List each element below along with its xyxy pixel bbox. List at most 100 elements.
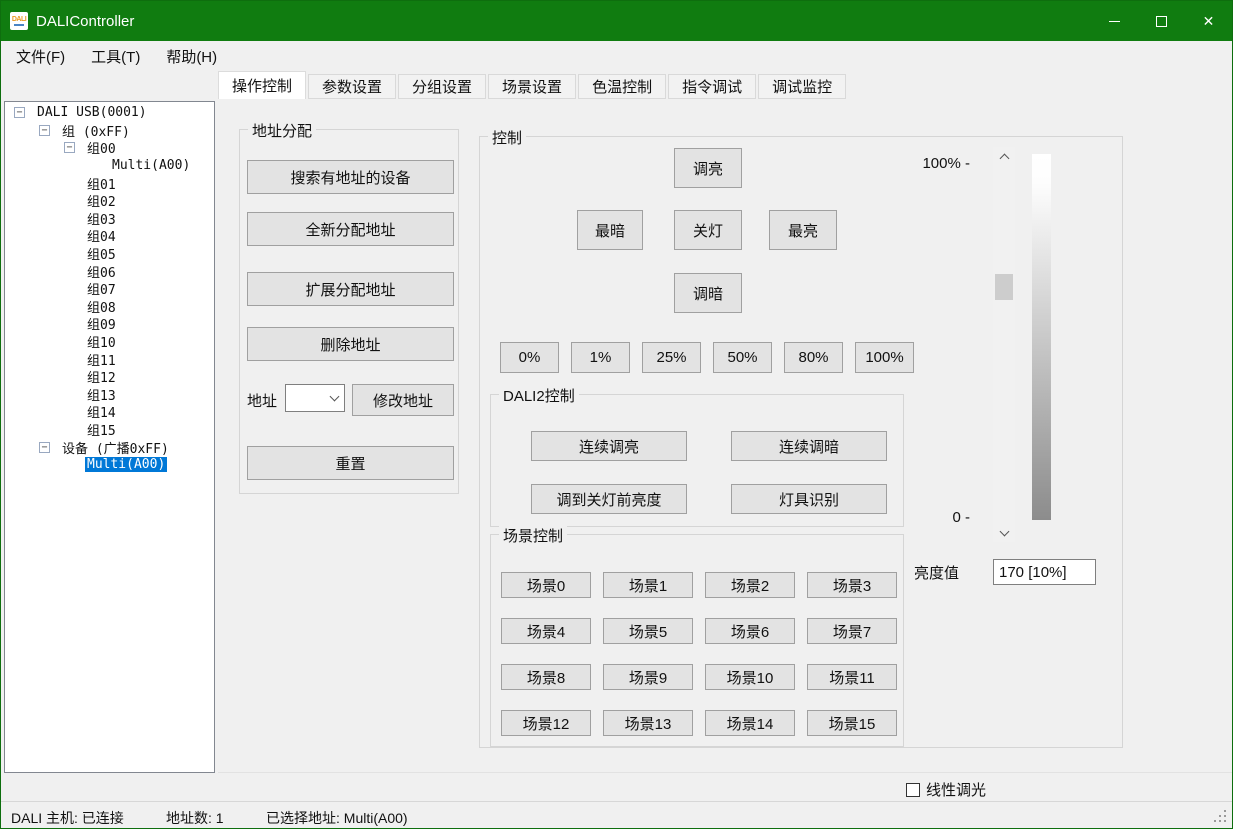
luminaire-identify-button[interactable]: 灯具识别	[731, 484, 887, 514]
tree-item-label: 组08	[85, 297, 118, 316]
scroll-up-button[interactable]	[993, 147, 1015, 165]
scene-button-11[interactable]: 场景11	[807, 664, 897, 690]
tree-item-21[interactable]: Multi(A00)	[5, 456, 214, 474]
brightness-scrollbar[interactable]	[993, 147, 1015, 542]
min-brightness-button[interactable]: 最暗	[577, 210, 643, 250]
scene-button-13[interactable]: 场景13	[603, 710, 693, 736]
dali2-control-title: DALI2控制	[499, 385, 579, 406]
window-title: DALIController	[36, 13, 134, 30]
tree-item-15[interactable]: 组11	[5, 350, 214, 368]
scene-button-4[interactable]: 场景4	[501, 618, 591, 644]
tree-item-12[interactable]: 组08	[5, 298, 214, 316]
percent-button-6[interactable]: 100%	[855, 342, 914, 373]
assign-new-address-button[interactable]: 全新分配地址	[247, 212, 454, 246]
tab-6[interactable]: 指令调试	[668, 74, 756, 99]
dim-down-button[interactable]: 调暗	[674, 273, 742, 313]
tab-5[interactable]: 色温控制	[578, 74, 666, 99]
percent-button-4[interactable]: 50%	[713, 342, 772, 373]
resize-grip[interactable]	[1224, 820, 1226, 822]
scrollbar-track[interactable]	[993, 165, 1015, 524]
tree-item-label: 组13	[85, 385, 118, 404]
status-connection: DALI 主机: 已连接	[11, 808, 124, 828]
scene-button-10[interactable]: 场景10	[705, 664, 795, 690]
tree-item-label: 组12	[85, 367, 118, 386]
tree-collapse-icon[interactable]: −	[14, 107, 25, 118]
tree-collapse-icon[interactable]: −	[39, 125, 50, 136]
status-address-count: 地址数: 1	[166, 808, 224, 828]
scene-button-grid: 场景0 场景1 场景2 场景3 场景4 场景5 场景6 场景7 场景8 场景9 场景10 场景11 场景…	[501, 572, 897, 736]
percent-button-1[interactable]: 0%	[500, 342, 559, 373]
tree-item-5[interactable]: 组01	[5, 174, 214, 192]
scene-button-6[interactable]: 场景6	[705, 618, 795, 644]
tree-item-9[interactable]: 组05	[5, 245, 214, 263]
menu-item-3[interactable]: 帮助(H)	[153, 41, 230, 71]
tree-item-8[interactable]: 组04	[5, 227, 214, 245]
tab-2[interactable]: 参数设置	[308, 74, 396, 99]
menu-item-1[interactable]: 文件(F)	[3, 41, 78, 71]
restore-pre-off-brightness-button[interactable]: 调到关灯前亮度	[531, 484, 687, 514]
tree-collapse-icon[interactable]: −	[64, 142, 75, 153]
address-combobox[interactable]	[285, 384, 345, 412]
assign-extend-address-button[interactable]: 扩展分配地址	[247, 272, 454, 306]
max-brightness-button[interactable]: 最亮	[769, 210, 837, 250]
tree-item-16[interactable]: 组12	[5, 368, 214, 386]
tab-1[interactable]: 操作控制	[218, 71, 306, 99]
menu-item-2[interactable]: 工具(T)	[78, 41, 153, 71]
scene-button-2[interactable]: 场景2	[705, 572, 795, 598]
maximize-button[interactable]	[1138, 1, 1185, 41]
linear-dimming-label: 线性调光	[926, 779, 986, 800]
scroll-down-button[interactable]	[993, 524, 1015, 542]
light-off-button[interactable]: 关灯	[674, 210, 742, 250]
tree-item-1[interactable]: −DALI USB(0001)	[5, 104, 214, 122]
tree-item-label: 组03	[85, 209, 118, 228]
tree-item-11[interactable]: 组07	[5, 280, 214, 298]
tree-item-label: 组11	[85, 350, 118, 369]
scene-button-1[interactable]: 场景1	[603, 572, 693, 598]
scrollbar-thumb[interactable]	[995, 274, 1013, 300]
tree-item-6[interactable]: 组02	[5, 192, 214, 210]
scene-button-0[interactable]: 场景0	[501, 572, 591, 598]
continuous-dim-down-button[interactable]: 连续调暗	[731, 431, 887, 461]
tree-item-14[interactable]: 组10	[5, 333, 214, 351]
continuous-dim-up-button[interactable]: 连续调亮	[531, 431, 687, 461]
tree-item-label: 设备 (广播0xFF)	[60, 438, 171, 457]
tree-item-3[interactable]: −组00	[5, 139, 214, 157]
reset-button[interactable]: 重置	[247, 446, 454, 480]
chevron-up-icon	[999, 153, 1009, 163]
scene-button-3[interactable]: 场景3	[807, 572, 897, 598]
tree-item-17[interactable]: 组13	[5, 386, 214, 404]
linear-dimming-checkbox[interactable]	[906, 783, 920, 797]
delete-address-button[interactable]: 删除地址	[247, 327, 454, 361]
scene-button-5[interactable]: 场景5	[603, 618, 693, 644]
tree-item-18[interactable]: 组14	[5, 403, 214, 421]
tree-item-19[interactable]: 组15	[5, 421, 214, 439]
percent-button-2[interactable]: 1%	[571, 342, 630, 373]
scene-button-15[interactable]: 场景15	[807, 710, 897, 736]
tree-item-7[interactable]: 组03	[5, 210, 214, 228]
brightness-value-field[interactable]: 170 [10%]	[993, 559, 1096, 585]
tree-item-4[interactable]: Multi(A00)	[5, 157, 214, 175]
tree-item-20[interactable]: −设备 (广播0xFF)	[5, 438, 214, 456]
tree-item-label: 组10	[85, 332, 118, 351]
control-group: 控制 调亮 最暗 关灯 最亮 调暗 0%1%25%50%80%100% DALI…	[479, 136, 1123, 748]
tab-4[interactable]: 场景设置	[488, 74, 576, 99]
modify-address-button[interactable]: 修改地址	[352, 384, 454, 416]
tab-7[interactable]: 调试监控	[758, 74, 846, 99]
scene-button-8[interactable]: 场景8	[501, 664, 591, 690]
search-addressed-devices-button[interactable]: 搜索有地址的设备	[247, 160, 454, 194]
tree-item-13[interactable]: 组09	[5, 315, 214, 333]
minimize-button[interactable]	[1091, 1, 1138, 41]
scene-button-14[interactable]: 场景14	[705, 710, 795, 736]
scene-button-9[interactable]: 场景9	[603, 664, 693, 690]
tab-page-operation-control: 地址分配 搜索有地址的设备 全新分配地址 扩展分配地址 删除地址 地址 修改地址…	[218, 99, 1232, 773]
tree-item-10[interactable]: 组06	[5, 262, 214, 280]
scene-button-7[interactable]: 场景7	[807, 618, 897, 644]
tree-collapse-icon[interactable]: −	[39, 442, 50, 453]
dim-up-button[interactable]: 调亮	[674, 148, 742, 188]
percent-button-5[interactable]: 80%	[784, 342, 843, 373]
tree-item-2[interactable]: −组 (0xFF)	[5, 122, 214, 140]
close-button[interactable]: ✕	[1185, 1, 1232, 41]
scene-button-12[interactable]: 场景12	[501, 710, 591, 736]
percent-button-3[interactable]: 25%	[642, 342, 701, 373]
tab-3[interactable]: 分组设置	[398, 74, 486, 99]
